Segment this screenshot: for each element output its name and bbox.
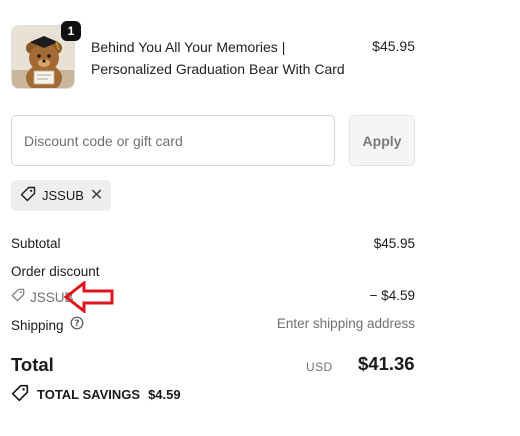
product-title-line-2: Personalized Graduation Bear With Card [91, 61, 345, 77]
shipping-label-row: Shipping ? [11, 316, 84, 335]
total-amount: $41.36 [358, 353, 415, 374]
product-price: $45.95 [372, 38, 415, 54]
close-icon[interactable]: ✕ [90, 187, 103, 204]
shipping-label: Shipping [11, 318, 64, 333]
tag-icon [11, 384, 29, 405]
apply-discount-button[interactable]: Apply [349, 115, 415, 166]
tag-icon [20, 186, 36, 205]
quantity-badge: 1 [61, 21, 81, 41]
order-discount-label: Order discount [11, 264, 100, 279]
total-savings-label: TOTAL SAVINGS [37, 387, 141, 402]
help-circle-icon[interactable]: ? [70, 316, 84, 335]
tag-icon [11, 288, 25, 307]
product-title: Behind You All Your Memories | Personali… [91, 36, 361, 80]
subtotal-label: Subtotal [11, 236, 61, 251]
total-label: Total [11, 354, 54, 375]
order-discount-value: − $4.59 [369, 288, 415, 303]
total-currency: USD [306, 360, 333, 374]
svg-text:?: ? [74, 319, 79, 329]
annotation-arrow-icon [63, 279, 116, 318]
subtotal-value: $45.95 [373, 236, 415, 251]
discount-code-input[interactable] [11, 115, 335, 166]
product-title-line-1: Behind You All Your Memories | [91, 39, 286, 55]
applied-discount-code: JSSUB [42, 188, 84, 203]
shipping-value: Enter shipping address [276, 316, 415, 331]
applied-discount-chip: JSSUB ✕ [11, 180, 111, 211]
total-savings: TOTAL SAVINGS $4.59 [11, 384, 181, 405]
total-savings-amount: $4.59 [148, 387, 181, 402]
